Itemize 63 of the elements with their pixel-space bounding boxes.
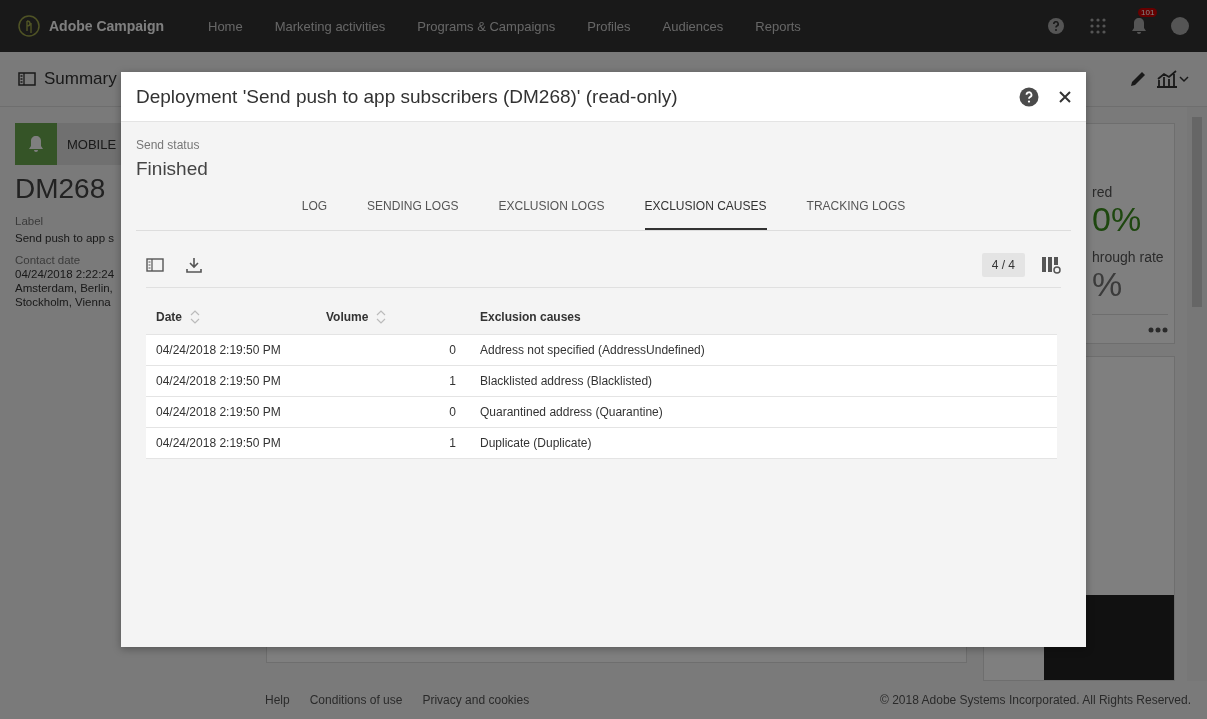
field-caption: Contact date	[15, 254, 81, 266]
delivery-id: DM268	[15, 173, 107, 205]
close-icon[interactable]	[1059, 90, 1071, 103]
table-cell: 04/24/2018 2:19:50 PM	[156, 405, 281, 419]
metric-value: 0%	[1092, 200, 1143, 239]
table-cell: Blacklisted address (Blacklisted)	[480, 374, 653, 388]
table-cell: 04/24/2018 2:19:50 PM	[156, 436, 281, 450]
avatar[interactable]	[1171, 17, 1189, 35]
column-header[interactable]: Exclusion causes	[480, 310, 581, 324]
record-count: 4 / 4	[981, 253, 1025, 277]
table-cell: Address not specified (AddressUndefined)	[480, 343, 705, 357]
copyright: © 2018 Adobe Systems Incorporated. All Rights Reserved.	[880, 693, 1191, 707]
field-value: 04/24/2018 2:22:24	[15, 268, 115, 280]
column-header[interactable]: Volume	[326, 310, 387, 324]
help-icon[interactable]	[1019, 86, 1039, 107]
nav-link[interactable]: Profiles	[587, 18, 631, 34]
edit-icon[interactable]	[1129, 70, 1147, 88]
nav-link[interactable]: Home	[208, 18, 243, 34]
table-cell: Duplicate (Duplicate)	[480, 436, 592, 450]
table-cell: 0	[449, 405, 456, 419]
status-caption: Send status	[136, 138, 201, 152]
tab[interactable]: EXCLUSION LOGS	[498, 188, 605, 230]
panel-icon[interactable]	[18, 72, 36, 86]
nav-link[interactable]: Programs & Campaigns	[417, 18, 556, 34]
page-title: Summary	[44, 69, 117, 89]
chart-menu-icon[interactable]	[1155, 70, 1189, 88]
tab[interactable]: TRACKING LOGS	[806, 188, 906, 230]
field-caption: Label	[15, 215, 44, 227]
field-value: Amsterdam, Berlin,	[15, 282, 113, 294]
logo-icon	[18, 15, 40, 37]
column-header[interactable]: Date	[156, 310, 200, 324]
table-cell: 0	[449, 343, 456, 357]
notification-badge: 101	[1138, 8, 1158, 17]
table-cell: 1	[449, 374, 456, 388]
tab[interactable]: LOG	[301, 188, 328, 230]
table-cell: 1	[449, 436, 456, 450]
table-cell: 04/24/2018 2:19:50 PM	[156, 343, 281, 357]
metric-caption: hrough rate	[1092, 249, 1165, 265]
nav-link[interactable]: Reports	[755, 18, 801, 34]
bell-icon	[28, 135, 44, 153]
status-value: Finished	[136, 158, 209, 180]
download-icon[interactable]	[186, 257, 202, 273]
app-name: Adobe Campaign	[49, 18, 165, 34]
dialog-title: Deployment 'Send push to app subscribers (DM268)' (read-only)	[136, 85, 679, 108]
nav-link[interactable]: Audiences	[662, 18, 724, 34]
column-settings-icon[interactable]	[1041, 256, 1061, 274]
panel-icon[interactable]	[146, 258, 164, 272]
metric-caption: red	[1092, 184, 1114, 200]
tab[interactable]: EXCLUSION CAUSES	[644, 188, 767, 230]
bell-icon[interactable]	[1131, 17, 1147, 35]
nav-link[interactable]: Marketing activities	[274, 18, 386, 34]
tab[interactable]: SENDING LOGS	[367, 188, 459, 230]
apps-grid-icon[interactable]	[1089, 17, 1107, 35]
table-cell: 04/24/2018 2:19:50 PM	[156, 374, 281, 388]
metric-value: %	[1092, 265, 1124, 304]
field-value: Send push to app s	[15, 232, 115, 244]
footer-link[interactable]: Privacy and cookies	[422, 693, 530, 707]
footer-link[interactable]: Help	[265, 693, 290, 707]
footer-link[interactable]: Conditions of use	[309, 693, 403, 707]
more-icon[interactable]	[1148, 327, 1168, 333]
channel-label: MOBILE	[67, 136, 117, 152]
field-value: Stockholm, Vienna	[15, 296, 111, 308]
table-cell: Quarantined address (Quarantine)	[480, 405, 663, 419]
